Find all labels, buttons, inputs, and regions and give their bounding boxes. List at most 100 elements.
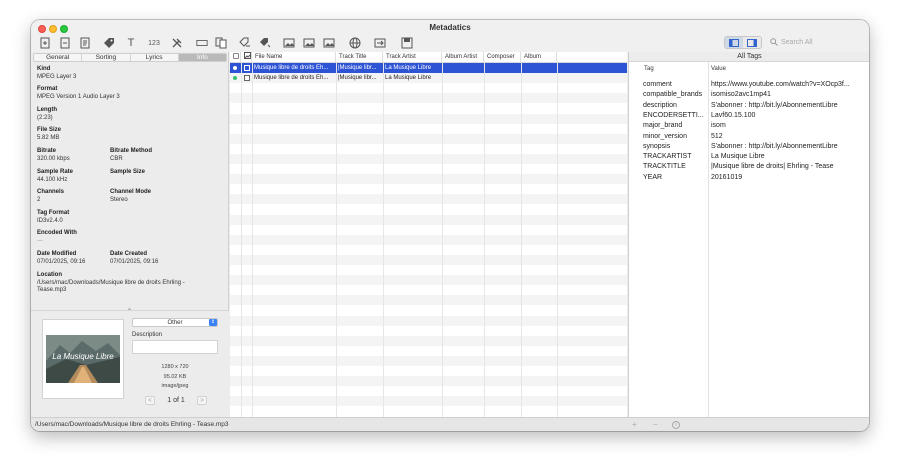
table-row[interactable] xyxy=(230,346,627,356)
table-row[interactable] xyxy=(230,254,627,265)
table-row[interactable] xyxy=(230,144,627,154)
import-file-icon[interactable] xyxy=(39,37,51,49)
table-row[interactable] xyxy=(230,83,627,93)
search-field[interactable]: Search All xyxy=(768,36,860,49)
tag-row[interactable]: TRACKTITLE |Musique libre de droits| Ehrl… xyxy=(629,162,869,172)
table-row[interactable] xyxy=(230,355,627,366)
tag-key: YEAR xyxy=(643,173,663,181)
tag-row[interactable]: synopsis S'abonner : http://bit.ly/Abonne… xyxy=(629,142,869,152)
table-row[interactable] xyxy=(230,406,627,416)
artwork-dimensions: 1280 x 720 xyxy=(161,364,189,370)
filesize-value: 5.82 MB xyxy=(37,134,60,141)
table-row[interactable] xyxy=(230,184,627,194)
artwork-add-icon[interactable] xyxy=(303,37,315,49)
tag-row[interactable]: TRACKARTIST La Musique Libre xyxy=(629,152,869,162)
table-row[interactable] xyxy=(230,214,627,225)
inspector-toggle-icon[interactable] xyxy=(743,37,761,48)
artwork-image[interactable]: La Musique Libre xyxy=(42,319,124,399)
header-composer[interactable]: Composer xyxy=(484,52,521,63)
remove-tag-button[interactable]: − xyxy=(653,419,658,431)
export-file-icon[interactable] xyxy=(59,37,71,49)
table-row[interactable] xyxy=(230,295,627,306)
copy-files-icon[interactable] xyxy=(215,37,227,49)
table-row[interactable] xyxy=(230,113,627,124)
table-row[interactable] xyxy=(230,285,627,295)
table-row[interactable] xyxy=(230,204,627,214)
table-row[interactable] xyxy=(230,93,627,104)
image-convert-icon[interactable] xyxy=(374,37,386,49)
tab-lyrics[interactable]: Lyrics xyxy=(131,54,179,61)
number-icon[interactable]: 123 xyxy=(147,37,161,49)
table-row[interactable] xyxy=(230,305,627,315)
file-icon[interactable] xyxy=(79,37,91,49)
prev-artwork-button[interactable]: < xyxy=(145,395,155,405)
header-album-artist[interactable]: Album Artist xyxy=(442,52,484,63)
table-row[interactable] xyxy=(230,194,627,205)
table-row[interactable] xyxy=(230,234,627,245)
auto-tag-icon[interactable] xyxy=(259,37,271,49)
tag-info-button[interactable]: i xyxy=(672,421,680,429)
tag-key: TRACKTITLE xyxy=(643,163,686,171)
artwork-icon[interactable] xyxy=(283,37,295,49)
header-artwork-column[interactable] xyxy=(241,52,252,63)
tag-row[interactable]: minor_version 512 xyxy=(629,132,869,142)
value-column-header[interactable]: Value xyxy=(711,66,726,72)
tag-row[interactable]: compatible_brands isomiso2avc1mp41 xyxy=(629,90,869,100)
text-icon[interactable]: T xyxy=(125,37,137,49)
table-row[interactable] xyxy=(230,335,627,346)
tools-icon[interactable] xyxy=(171,37,183,49)
table-row[interactable] xyxy=(230,225,627,235)
tag-row[interactable]: ENCODERSETTI... Lavf60.15.100 xyxy=(629,111,869,121)
sidebar-toggle-icon[interactable] xyxy=(725,37,743,48)
tag-column-header[interactable]: Tag xyxy=(644,66,654,72)
next-artwork-button[interactable]: > xyxy=(196,395,207,405)
save-icon[interactable] xyxy=(401,37,413,49)
table-row[interactable] xyxy=(230,326,627,336)
datemodified-value: 07/01/2025, 09:16 xyxy=(37,258,86,265)
tag-row[interactable]: description S'abonner : http://bit.ly/Abo… xyxy=(629,101,869,111)
header-file-name[interactable]: File Name xyxy=(252,52,336,63)
artwork-remove-icon[interactable] xyxy=(323,37,335,49)
table-row[interactable] xyxy=(230,164,627,174)
tag-row[interactable]: major_brand isom xyxy=(629,121,869,131)
web-icon[interactable] xyxy=(349,37,361,49)
table-row[interactable] xyxy=(230,124,627,134)
table-row[interactable] xyxy=(230,265,627,275)
label-icon[interactable] xyxy=(195,37,209,49)
tag-row[interactable]: YEAR 20161019 xyxy=(629,173,869,183)
tag-icon[interactable] xyxy=(103,37,115,49)
tag-value: |Musique libre de droits| Ehrling - Teas… xyxy=(711,163,834,171)
panel-toggle-segmented[interactable] xyxy=(724,36,762,49)
table-row[interactable]: Musique libre de droits Eh... |Musique li… xyxy=(230,73,627,84)
tag-row[interactable]: comment https://www.youtube.com/watch?v=X… xyxy=(629,80,869,90)
header-track-title[interactable]: Track Title xyxy=(336,52,383,63)
table-row[interactable] xyxy=(230,275,627,286)
table-row[interactable] xyxy=(230,153,627,164)
table-row[interactable] xyxy=(230,245,627,255)
table-row[interactable] xyxy=(230,133,627,144)
table-row[interactable] xyxy=(230,376,627,387)
tab-general[interactable]: General xyxy=(34,54,83,61)
table-row[interactable] xyxy=(230,366,627,376)
rename-icon[interactable] xyxy=(239,37,251,49)
cell-track-artist: La Musique Libre xyxy=(385,65,432,71)
status-path: /Users/mac/Downloads/Musique libre de dr… xyxy=(35,421,229,428)
chevron-updown-icon: ⇕ xyxy=(209,319,217,326)
artwork-type-select[interactable]: Other ⇕ xyxy=(132,318,218,327)
add-tag-button[interactable]: + xyxy=(632,419,637,431)
tag-value: isom xyxy=(711,122,726,130)
encodedwith-value: --- xyxy=(37,237,43,244)
tab-info[interactable]: Info xyxy=(178,54,226,61)
table-row[interactable]: Musique libre de droits Eh... |Musique li… xyxy=(230,63,627,74)
table-row[interactable] xyxy=(230,174,627,185)
tab-sorting[interactable]: Sorting xyxy=(82,54,131,61)
header-album[interactable]: Album xyxy=(521,52,557,63)
table-row[interactable] xyxy=(230,103,627,113)
table-row[interactable] xyxy=(230,386,627,396)
tag-value: https://www.youtube.com/watch?v=XOcp3f..… xyxy=(711,81,850,88)
description-input[interactable] xyxy=(132,340,218,354)
table-row[interactable] xyxy=(230,315,627,326)
table-row[interactable] xyxy=(230,396,627,407)
header-track-artist[interactable]: Track Artist xyxy=(383,52,442,63)
header-checkbox[interactable] xyxy=(230,52,241,63)
